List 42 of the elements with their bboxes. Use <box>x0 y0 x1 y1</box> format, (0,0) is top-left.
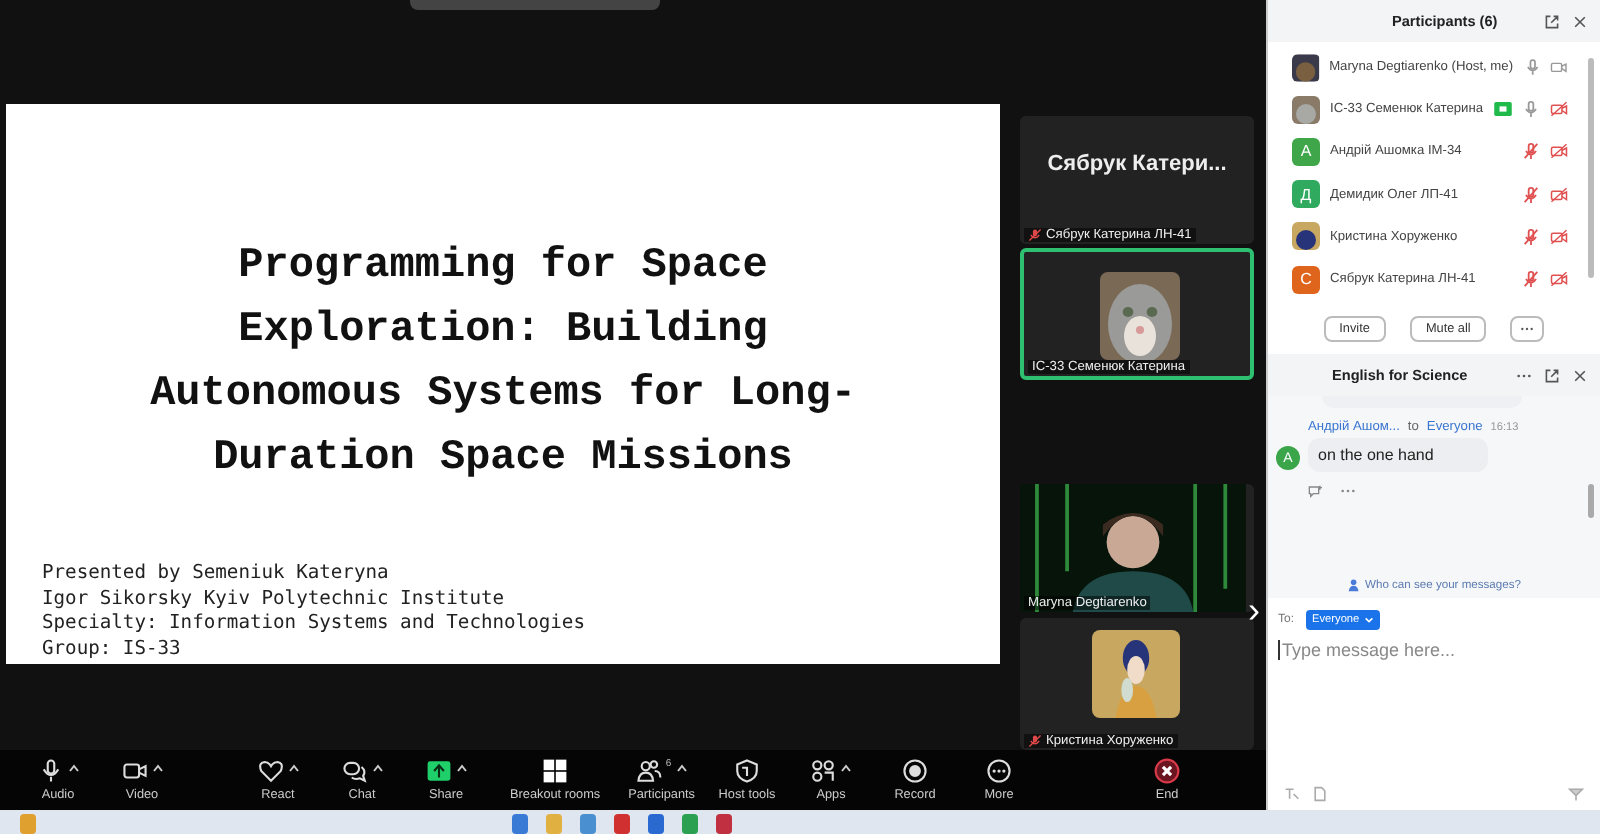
reply-icon[interactable] <box>1308 484 1324 499</box>
message-bubble: on the one hand <box>1308 438 1488 473</box>
close-icon[interactable] <box>1572 13 1588 29</box>
caret-icon[interactable] <box>151 764 163 772</box>
slide-text: Presented by Semeniuk Kateryna <box>42 562 391 587</box>
slide-text: Igor Sikorsky Kyiv Polytechnic Institute <box>42 587 507 612</box>
toolbar-icon <box>810 758 836 784</box>
caret-icon <box>1363 616 1374 625</box>
avatar: А <box>1292 137 1320 166</box>
slide-title: Programming for Space Exploration: Building Autonomous Systems for Long-Duration Space Missions <box>148 242 858 486</box>
caret-icon[interactable] <box>67 764 79 772</box>
avatar: Д <box>1292 180 1320 209</box>
toolbar-icon <box>734 758 760 784</box>
avatar: С <box>1292 265 1320 294</box>
caret-icon[interactable] <box>455 764 467 772</box>
more-button[interactable] <box>1510 316 1545 343</box>
toolbar-icon <box>1154 758 1180 784</box>
caret-icon[interactable] <box>371 764 383 772</box>
toolbar-icon <box>257 758 283 784</box>
toolbar-icon <box>425 758 451 784</box>
caret-icon[interactable] <box>287 764 299 772</box>
pop-out-icon[interactable] <box>1544 13 1560 29</box>
format-icon[interactable] <box>1284 786 1300 802</box>
more-icon <box>1520 326 1535 333</box>
slide-text: Group: IS-33 <box>42 637 183 662</box>
toolbar-icon <box>986 758 1012 784</box>
toolbar-icon <box>902 758 928 784</box>
caret-icon[interactable] <box>840 764 852 772</box>
toolbar-icon <box>341 758 367 784</box>
next-page-button[interactable]: › <box>1248 592 1260 628</box>
file-icon[interactable] <box>1312 786 1328 802</box>
slide-text: Specialty: Information Systems and Technologies <box>42 612 585 637</box>
caret-icon[interactable] <box>675 764 688 772</box>
participant-name: Сябрук Катери... <box>1047 152 1227 176</box>
message-input[interactable]: Type message here... <box>1278 640 1590 661</box>
toolbar-icon <box>37 758 63 784</box>
toolbar-icon <box>542 758 569 784</box>
toolbar-icon <box>121 758 147 784</box>
toolbar-icon <box>635 758 662 784</box>
pop-out-icon[interactable] <box>1544 367 1560 384</box>
close-icon[interactable] <box>1572 367 1588 384</box>
person-icon[interactable] <box>1347 578 1361 593</box>
